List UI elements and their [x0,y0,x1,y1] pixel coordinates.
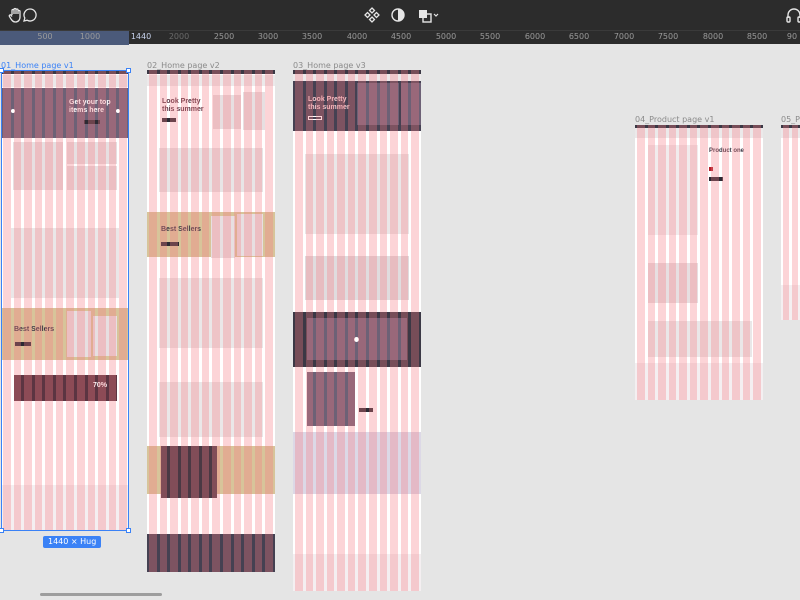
best-sellers-button [161,242,179,246]
footer [781,285,800,320]
best-sellers-title: Best Sellers [161,226,202,233]
footer [1,485,129,531]
frame-home-v1[interactable]: Get your top items here Best Sellers 70% [1,70,129,531]
frame-home-v3[interactable]: Look Pretty this summer [293,70,421,591]
ruler-tick: 7500 [657,32,679,41]
ruler-selection-range [0,31,129,45]
best-sellers-button [15,342,31,346]
ruler-tick: 8000 [702,32,724,41]
ruler-tick: 5000 [435,32,457,41]
main-nav [293,74,421,81]
feature-image [307,372,355,426]
hero-image [243,92,265,130]
color-swatch [709,167,713,171]
hero-title: Look Pretty this summer [162,98,204,113]
hero-title: Get your top items here [69,99,111,114]
headphones-icon[interactable] [784,5,800,25]
discount-percent: 70% [93,382,108,389]
frame-label-home-v3[interactable]: 03_Home page v3 [293,61,366,70]
resize-handle-top-right[interactable] [126,68,131,73]
ruler-tick: 2500 [213,32,235,41]
hero-image [213,95,241,129]
main-nav [147,75,275,86]
feature-button [359,408,373,412]
ruler-tick: 500 [37,32,53,41]
best-seller-image [67,311,91,357]
frame-label-home-v2[interactable]: 02_Home page v2 [147,61,220,70]
best-seller-image [237,214,263,256]
best-seller-image [211,216,235,258]
hero-image [357,83,399,125]
ruler-tick: 90 [786,32,798,41]
footer [147,534,275,572]
ruler-tick: 1440 [130,32,152,41]
resize-handle-bottom-right[interactable] [126,528,131,533]
resize-handle-top-left[interactable] [0,68,4,73]
product-grid [305,154,409,234]
horizontal-ruler: 500 1000 1440 2000 2500 3000 3500 4000 4… [0,30,800,45]
frame-product-v2[interactable] [781,125,800,320]
best-sellers-section [293,432,421,494]
product-gallery [648,145,698,235]
ruler-tick: 7000 [613,32,635,41]
frame-label-product-v1[interactable]: 04_Product page v1 [635,115,714,124]
ruler-tick: 8500 [746,32,768,41]
top-nav [147,70,275,74]
ruler-tick: 6500 [568,32,590,41]
main-nav [781,128,800,138]
newsletter-image [161,446,217,498]
ruler-tick: 1000 [79,32,101,41]
frame-label-home-v1[interactable]: 01_Home page v1 [1,61,74,70]
hero-button [308,116,322,120]
hero-button [162,118,176,122]
related-products [648,321,752,357]
layout-grid-overlay [1,70,129,531]
top-categories [305,256,409,300]
main-nav [1,75,129,87]
promo-card [67,142,117,164]
ruler-tick: 6000 [524,32,546,41]
comment-icon[interactable] [20,5,40,25]
best-sellers-title: Best Sellers [14,326,55,333]
frame-product-v1[interactable]: Product one [635,125,763,400]
best-seller-image [93,316,117,356]
ruler-tick: 4000 [346,32,368,41]
hero-title: Look Pretty this summer [308,96,350,111]
footer [293,554,421,591]
resize-handle-bottom-left[interactable] [0,528,4,533]
product-title: Product one [709,148,745,154]
product-grid [11,228,119,298]
slider-prev-dot [11,109,15,113]
horizontal-scrollbar[interactable] [40,593,162,596]
frame-home-v2[interactable]: Look Pretty this summer Best Sellers [147,70,275,572]
boolean-icon[interactable] [416,5,440,25]
promo-card [13,142,63,190]
top-toolbar [0,0,800,30]
play-icon [354,337,359,342]
blog-grid [159,382,263,437]
promo-card [67,166,117,190]
top-nav [1,70,129,74]
contrast-icon[interactable] [388,5,408,25]
frame-label-product-v2[interactable]: 05_Pr [781,115,800,124]
add-to-cart-button [709,177,723,181]
ruler-tick: 5500 [479,32,501,41]
ruler-tick: 4500 [390,32,412,41]
hero-button [84,120,100,124]
component-icon[interactable] [362,5,382,25]
hero-image [401,83,421,125]
category-row [159,148,263,192]
ruler-tick: 3000 [257,32,279,41]
footer [635,363,763,400]
product-grid [159,278,263,348]
slider-next-dot [116,109,120,113]
ruler-tick: 2000 [168,32,190,41]
review-image [648,263,698,303]
main-nav [635,128,763,138]
ruler-tick: 3500 [301,32,323,41]
size-badge: 1440 × Hug [43,536,102,548]
